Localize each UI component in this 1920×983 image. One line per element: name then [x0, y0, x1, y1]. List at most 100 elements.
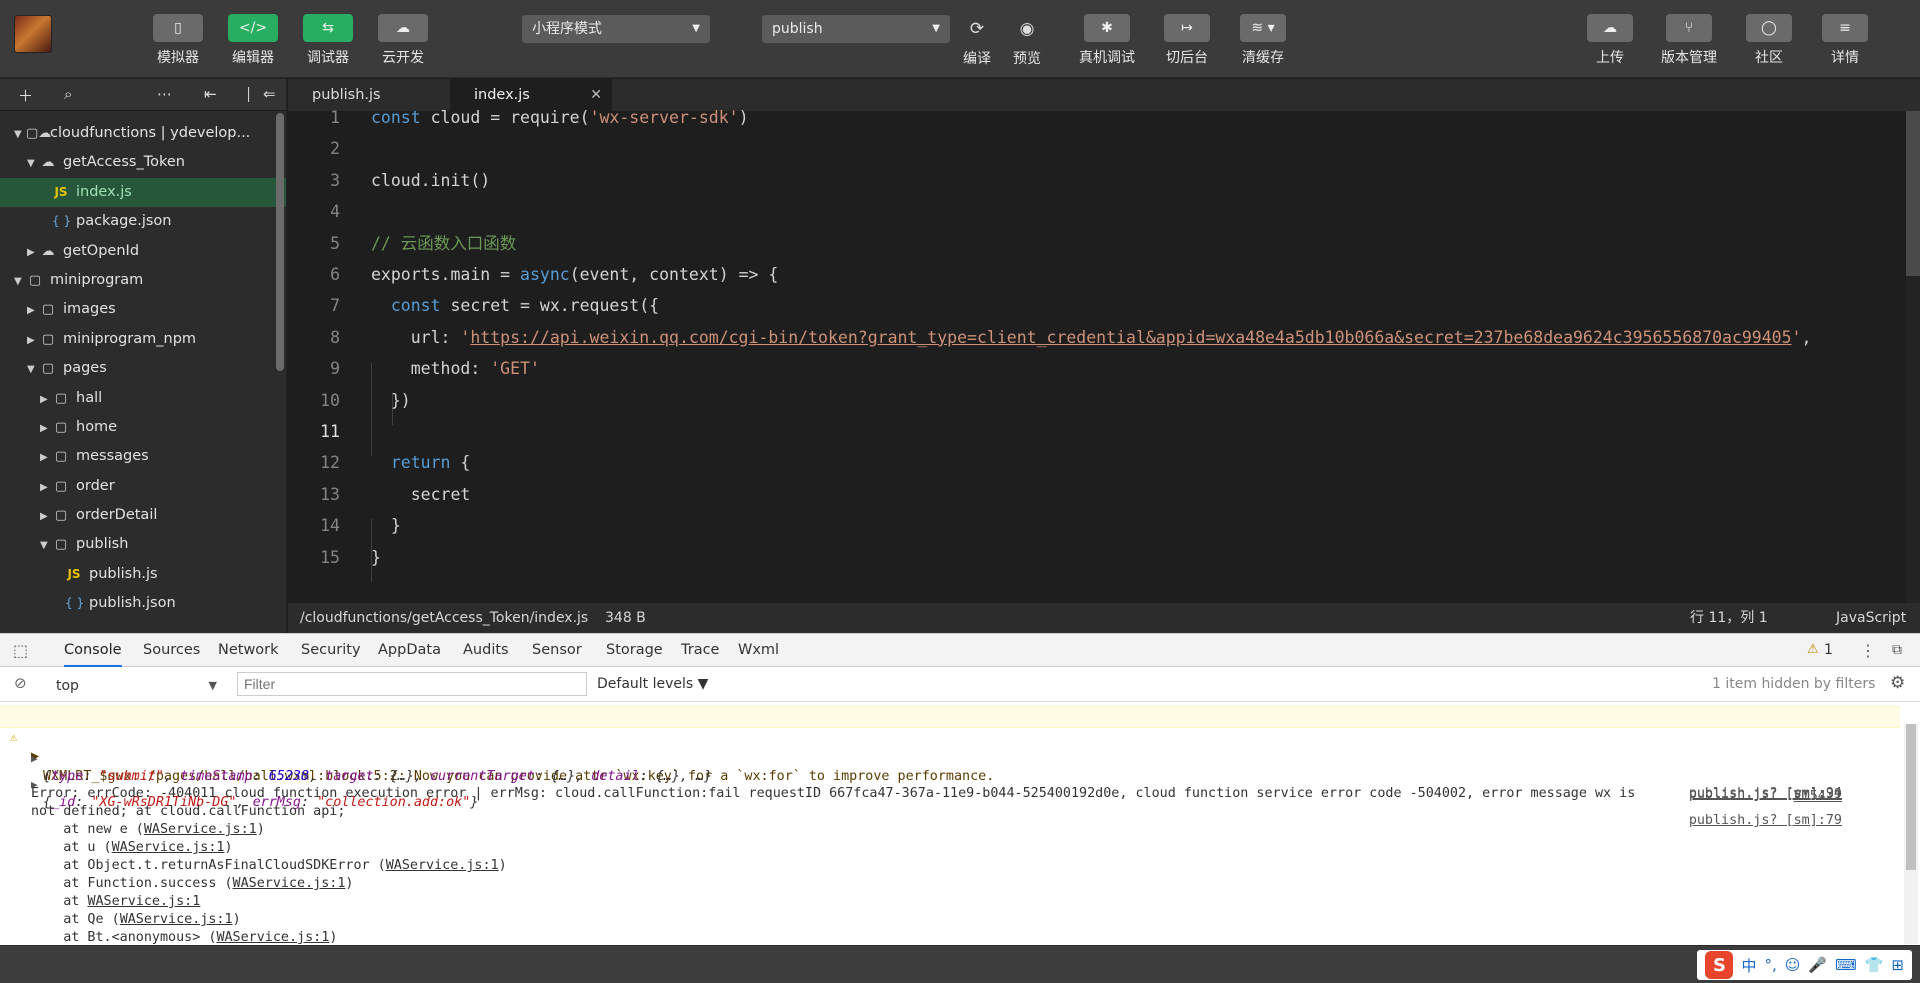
add-icon[interactable]: ＋	[18, 85, 33, 106]
tree-item[interactable]: ▶ ▢ home	[0, 413, 286, 442]
tree-item[interactable]: ▶ ▢ orderDetail	[0, 501, 286, 530]
tree-item[interactable]: ▶ ▢ miniprogram_npm	[0, 325, 286, 354]
editor-scrollbar[interactable]	[1906, 111, 1920, 603]
devtools-tab-sources[interactable]: Sources	[143, 634, 200, 667]
code-line[interactable]: 9 method: 'GET'	[288, 353, 1888, 384]
levels-select[interactable]: Default levels ▼	[597, 676, 708, 692]
tree-item[interactable]: JS publish.js	[0, 560, 286, 589]
devtools-tab-storage[interactable]: Storage	[606, 634, 663, 667]
devtools-tab-network[interactable]: Network	[218, 634, 279, 667]
cloud-dev-button[interactable]: ☁ 云开发	[378, 14, 428, 67]
tree-item[interactable]: ▶ ▢ hall	[0, 384, 286, 413]
chevron-right-icon[interactable]: ▶	[40, 502, 52, 530]
devtools-tab-sensor[interactable]: Sensor	[532, 634, 582, 667]
devtools-tab-trace[interactable]: Trace	[681, 634, 719, 667]
gear-icon[interactable]: ⚙	[1890, 673, 1905, 693]
sogou-logo[interactable]: S	[1705, 951, 1734, 979]
chevron-right-icon[interactable]: ▶	[27, 296, 39, 324]
ime-item[interactable]: 👕	[1865, 956, 1884, 974]
search-icon[interactable]: ⌕	[64, 85, 72, 103]
chevron-right-icon[interactable]: ▶	[40, 385, 52, 413]
code-line[interactable]: 3 cloud.init()	[288, 165, 1888, 196]
background-button[interactable]: ↦ 切后台	[1164, 14, 1210, 67]
stack-frame-link[interactable]: WAService.js:1	[233, 876, 346, 891]
ime-item[interactable]: °,	[1764, 956, 1776, 974]
devtools-tab-wxml[interactable]: Wxml	[738, 634, 779, 667]
more-options-icon[interactable]: ⋮	[1860, 634, 1876, 667]
upload-button[interactable]: ☁ 上传	[1587, 14, 1633, 67]
ime-item[interactable]: ☺	[1785, 956, 1801, 974]
code-line[interactable]: 13 secret	[288, 479, 1888, 510]
stack-frame-link[interactable]: WAService.js:1	[120, 912, 233, 927]
devtools-tab-console[interactable]: Console	[64, 634, 122, 667]
code-editor[interactable]: 1 const cloud = require('wx-server-sdk') 2…	[288, 108, 1920, 603]
chevron-down-icon[interactable]: ▼	[27, 149, 39, 177]
chevron-down-icon[interactable]: ▼	[14, 120, 26, 148]
context-select[interactable]: top ▼	[45, 674, 220, 696]
code-line[interactable]: 12 return {	[288, 447, 1888, 478]
chevron-down-icon[interactable]: ▼	[27, 355, 39, 383]
stack-frame-link[interactable]: WAService.js:1	[216, 930, 329, 945]
preview-button[interactable]: ◉ 预览	[1004, 15, 1050, 68]
stack-frame-link[interactable]: WAService.js:1	[144, 822, 257, 837]
stack-frame-link[interactable]: WAService.js:1	[112, 840, 225, 855]
tree-item[interactable]: ▼ ▢ miniprogram	[0, 266, 286, 295]
tree-item[interactable]: ▶ ▢ images	[0, 295, 286, 324]
explorer-scrollbar[interactable]	[276, 113, 284, 371]
chevron-down-icon[interactable]: ▼	[14, 267, 26, 295]
avatar[interactable]	[14, 15, 52, 53]
language-mode[interactable]: JavaScript	[1836, 603, 1906, 633]
debugger-button[interactable]: ⇆ 调试器	[303, 14, 353, 67]
code-line[interactable]: 1 const cloud = require('wx-server-sdk')	[288, 102, 1888, 133]
code-line[interactable]: 15}	[288, 542, 1888, 573]
console-object-row[interactable]: ▶ {_id: "XG-wRsDR1TiNb-DG", errMsg: "col…	[0, 758, 1900, 828]
chevron-right-icon[interactable]: ▶	[40, 443, 52, 471]
ime-item[interactable]: ⊞	[1891, 956, 1904, 974]
devtools-tab-appdata[interactable]: AppData	[378, 634, 441, 667]
chevron-right-icon[interactable]: ▶	[40, 473, 52, 501]
tree-item[interactable]: ▼ ☁ getAccess_Token	[0, 148, 286, 177]
stack-frame-link[interactable]: WAService.js:1	[386, 858, 499, 873]
details-button[interactable]: ≡ 详情	[1822, 14, 1868, 67]
filter-input[interactable]	[237, 672, 587, 696]
tree-item[interactable]: ▶ ▢ order	[0, 472, 286, 501]
remote-debug-button[interactable]: ✱ 真机调试	[1079, 14, 1135, 67]
ime-toolbar[interactable]: S 中 °, ☺ 🎤 ⌨ 👕 ⊞	[1697, 950, 1912, 980]
more-icon[interactable]: ⋯	[157, 85, 172, 103]
clear-console-icon[interactable]: ⊘	[14, 674, 27, 692]
undock-icon[interactable]: ⧉	[1892, 634, 1902, 667]
version-button[interactable]: ⑂ 版本管理	[1661, 14, 1717, 67]
ime-item[interactable]: ⌨	[1835, 956, 1857, 974]
code-line[interactable]: 11	[288, 416, 1888, 447]
console-scrollbar[interactable]	[1904, 724, 1918, 944]
tree-item[interactable]: JS index.js	[0, 177, 286, 208]
chevron-right-icon[interactable]: ▶	[27, 326, 39, 354]
community-button[interactable]: ◯ 社区	[1746, 14, 1792, 67]
code-line[interactable]: 8 url: 'https://api.weixin.qq.com/cgi-bi…	[288, 322, 1888, 353]
code-line[interactable]: 10 })	[288, 385, 1888, 416]
clear-cache-button[interactable]: ≋ ▾ 清缓存	[1240, 14, 1286, 67]
code-line[interactable]: 5 // 云函数入口函数	[288, 228, 1888, 259]
compile-mode-select[interactable]: publish ▼	[762, 15, 950, 43]
code-line[interactable]: 6 exports.main = async(event, context) =>…	[288, 259, 1888, 290]
devtools-tab-security[interactable]: Security	[301, 634, 361, 667]
warning-icon[interactable]: ⚠	[1807, 642, 1819, 657]
tree-item[interactable]: ▶ ▢ messages	[0, 442, 286, 471]
ime-item[interactable]: 🎤	[1808, 956, 1827, 974]
ime-item[interactable]: 中	[1741, 955, 1756, 976]
mode-select[interactable]: 小程序模式 ▼	[522, 15, 710, 43]
code-line[interactable]: 4	[288, 196, 1888, 227]
stack-frame-link[interactable]: WAService.js:1	[87, 894, 200, 909]
console-object-row[interactable]: ▶ {type: "submit", timeStamp: 65238, tar…	[0, 732, 1900, 802]
warning-count[interactable]: 1	[1824, 634, 1833, 667]
tree-item[interactable]: ▼ ▢ publish	[0, 530, 286, 559]
compile-button[interactable]: ⟳ 编译	[954, 15, 1000, 68]
error-source-link[interactable]: publish.js? [sm]:94	[1689, 785, 1842, 803]
tree-item[interactable]: ▼ ▢ pages	[0, 354, 286, 383]
tree-item[interactable]: { } package.json	[0, 207, 286, 236]
tree-item[interactable]: { } publish.json	[0, 589, 286, 618]
code-line[interactable]: 7 const secret = wx.request({	[288, 290, 1888, 321]
collapse-icon[interactable]: ⇤	[204, 85, 217, 103]
chevron-right-icon[interactable]: ▶	[40, 414, 52, 442]
tree-item[interactable]: ▼ ▢☁cloudfunctions | ydevelop...	[0, 119, 286, 148]
